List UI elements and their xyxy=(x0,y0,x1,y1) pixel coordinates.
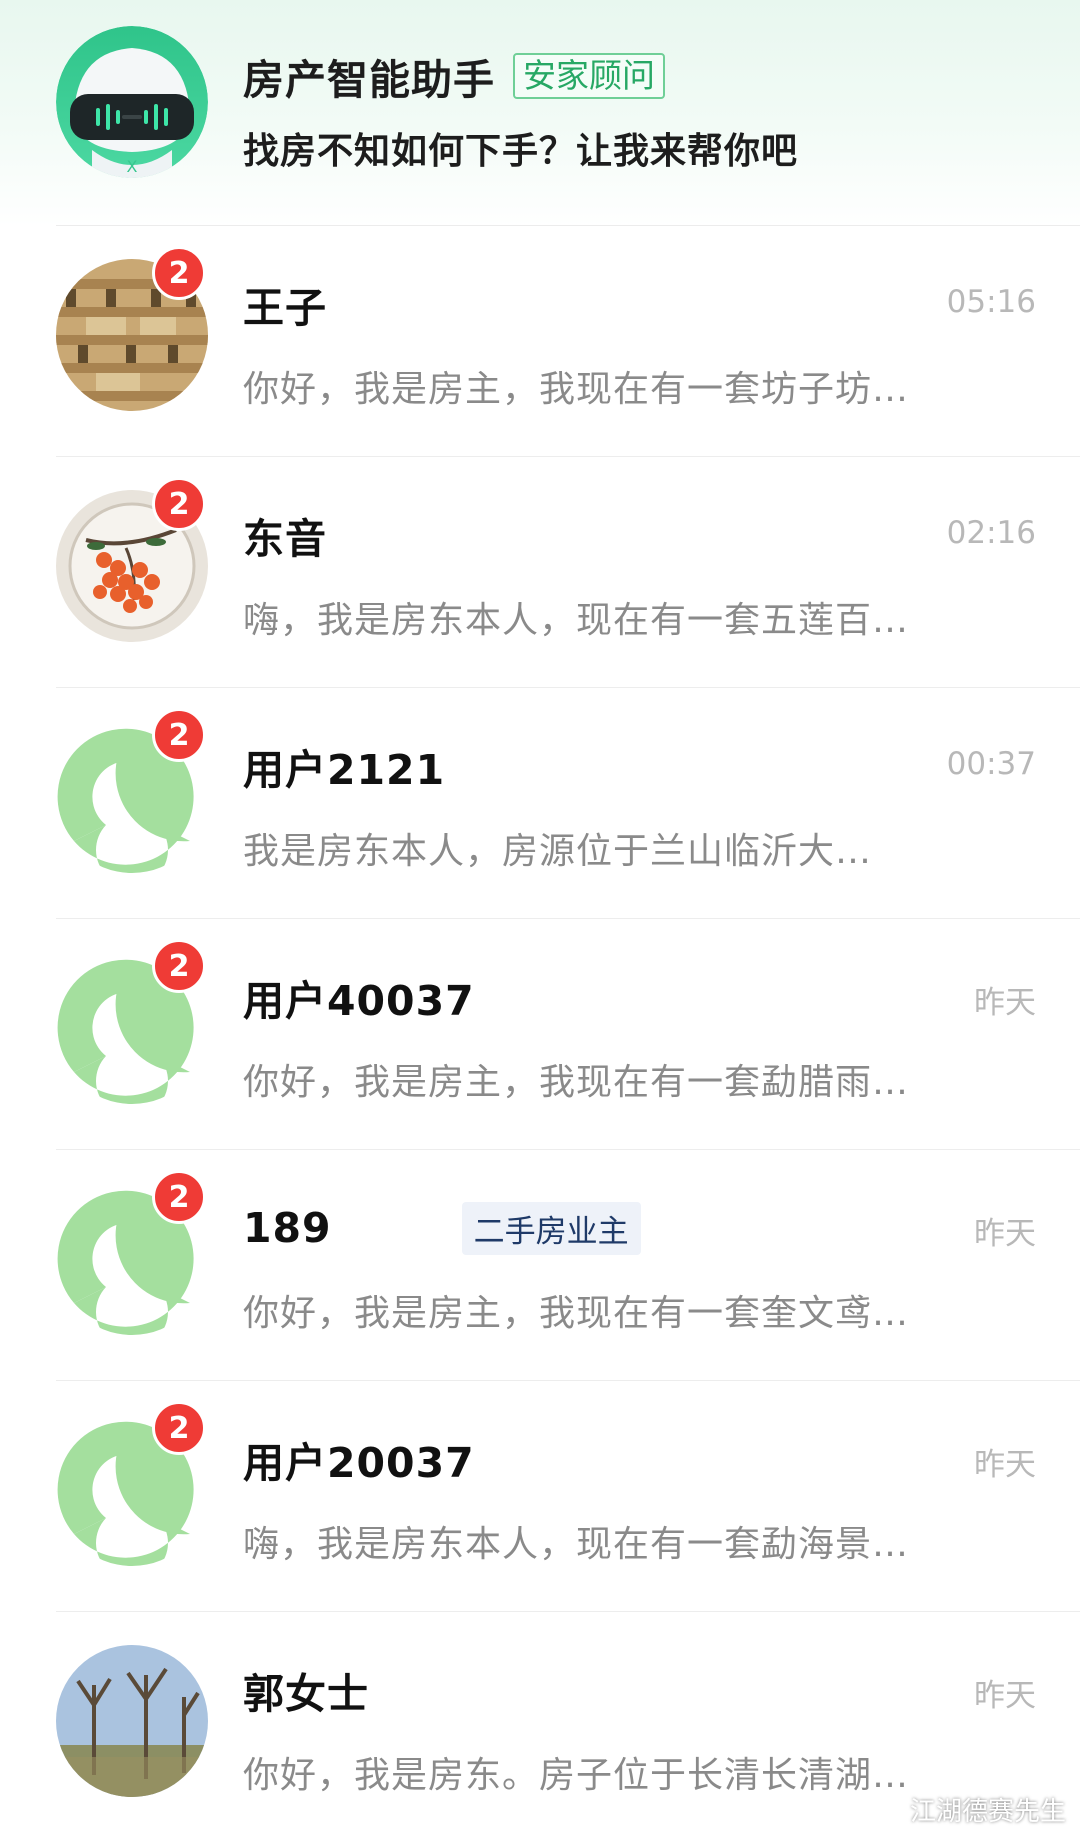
avatar xyxy=(56,1645,208,1797)
contact-name: 王子 xyxy=(243,284,327,332)
name-line: 东音 xyxy=(243,507,327,563)
conversation-item[interactable]: 2 189 二手房业主 昨天 你好，我是房主，我现在有一套奎文鸢… xyxy=(0,1150,1080,1381)
conversation-item[interactable]: 2 东音 02:16 嗨，我是房东本人，现在有一套五莲百… xyxy=(0,457,1080,688)
message-preview: 你好，我是房主，我现在有一套奎文鸢… xyxy=(243,1293,910,1334)
conversation-item[interactable]: 2 用户20037 昨天 嗨，我是房东本人，现在有一套勐海景… xyxy=(0,1381,1080,1612)
message-time: 昨天 xyxy=(974,985,1036,1021)
assistant-title-line: 房产智能助手 安家顾问 xyxy=(243,46,665,106)
message-time: 昨天 xyxy=(974,1678,1036,1714)
message-preview: 你好，我是房主，我现在有一套坊子坊… xyxy=(243,369,910,410)
message-preview: 嗨，我是房东本人，现在有一套勐海景… xyxy=(243,1524,910,1565)
assistant-card[interactable]: X 房产智能助手 安家顾问 找房不知如何下手？让我来帮你吧 xyxy=(0,0,1080,226)
contact-name: 郭女士 xyxy=(243,1670,369,1718)
message-preview: 嗨，我是房东本人，现在有一套五莲百… xyxy=(243,600,910,641)
name-line: 用户20037 xyxy=(243,1431,475,1487)
advisor-tag: 安家顾问 xyxy=(513,53,665,99)
contact-name: 用户40037 xyxy=(243,977,475,1025)
watermark: 江湖德赛先生 xyxy=(909,1797,1066,1827)
contact-name: 189 xyxy=(243,1204,332,1252)
message-time: 02:16 xyxy=(946,515,1036,551)
unread-badge: 2 xyxy=(152,1401,206,1455)
unread-badge: 2 xyxy=(152,246,206,300)
unread-badge: 2 xyxy=(152,939,206,993)
name-line: 用户2121 xyxy=(243,738,445,794)
conversation-item[interactable]: 2 用户40037 昨天 你好，我是房主，我现在有一套勐腊雨… xyxy=(0,919,1080,1150)
assistant-subtitle: 找房不知如何下手？让我来帮你吧 xyxy=(243,131,799,172)
contact-name: 用户2121 xyxy=(243,746,446,794)
message-preview: 你好，我是房东。房子位于长清长清湖… xyxy=(243,1755,910,1796)
robot-icon: X xyxy=(56,26,208,178)
message-time: 05:16 xyxy=(946,284,1036,320)
message-preview: 我是房东本人，房源位于兰山临沂大… xyxy=(243,831,873,872)
name-line: 王子 xyxy=(243,276,327,332)
conversation-item[interactable]: 2 用户2121 00:37 我是房东本人，房源位于兰山临沂大… xyxy=(0,688,1080,919)
chat-list-page: X 房产智能助手 安家顾问 找房不知如何下手？让我来帮你吧 2 王子 05:16… xyxy=(0,0,1080,1836)
name-line: 189 二手房业主 xyxy=(243,1200,641,1256)
message-preview: 你好，我是房主，我现在有一套勐腊雨… xyxy=(243,1062,910,1103)
message-time: 00:37 xyxy=(946,746,1036,782)
owner-tag: 二手房业主 xyxy=(461,1201,641,1255)
contact-name: 东音 xyxy=(243,515,327,563)
name-line: 郭女士 xyxy=(243,1662,369,1718)
unread-badge: 2 xyxy=(152,1170,206,1224)
unread-badge: 2 xyxy=(152,477,206,531)
assistant-name: 房产智能助手 xyxy=(243,56,495,104)
svg-text:X: X xyxy=(127,157,138,176)
message-time: 昨天 xyxy=(974,1216,1036,1252)
message-time: 昨天 xyxy=(974,1447,1036,1483)
contact-name: 用户20037 xyxy=(243,1439,475,1487)
conversation-item[interactable]: 2 王子 05:16 你好，我是房主，我现在有一套坊子坊… xyxy=(0,226,1080,457)
name-line: 用户40037 xyxy=(243,969,475,1025)
unread-badge: 2 xyxy=(152,708,206,762)
